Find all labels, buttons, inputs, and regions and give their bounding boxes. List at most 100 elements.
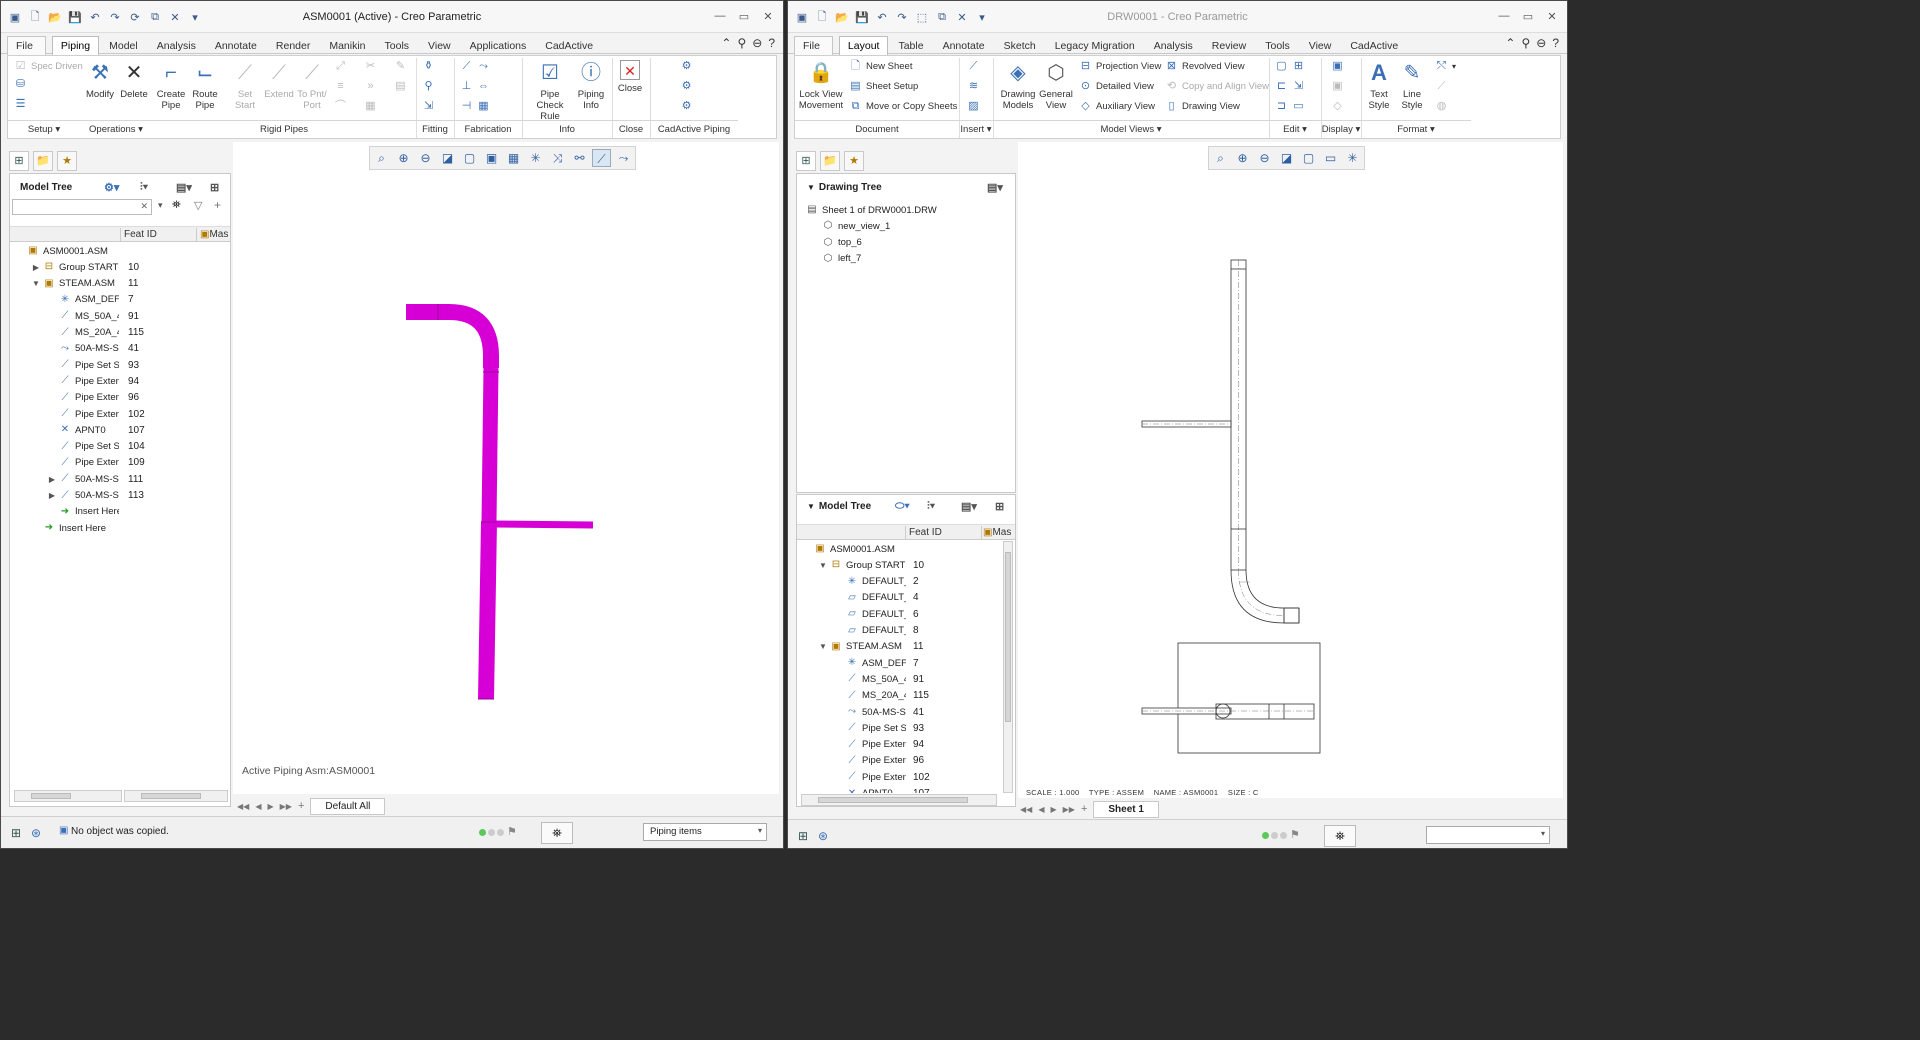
close-icon[interactable]: ✕ (1545, 9, 1559, 23)
tree-row[interactable]: ⟋ Pipe Extend ic 96 (10, 390, 140, 406)
fabrication-icon[interactable]: ⟋ (460, 60, 473, 73)
pipe-check-rule-button[interactable]: ☑ Pipe Check Rule (526, 60, 574, 122)
expand-toggle-icon[interactable]: ▶ (46, 475, 58, 484)
edit-move-icon[interactable]: ⇲ (1292, 80, 1305, 93)
col-feat-id[interactable]: Feat ID (124, 229, 157, 240)
add-sheet-icon[interactable]: + (298, 800, 304, 812)
find-icon[interactable]: ⛯ (541, 822, 573, 844)
edit-align-icon[interactable]: ⊏ (1275, 80, 1288, 93)
expand-toggle-icon[interactable]: ▼ (30, 279, 42, 288)
collapse-drawing-tree-icon[interactable]: ▼ (807, 183, 815, 192)
edit-frame-icon[interactable]: ⊐ (1275, 100, 1288, 113)
tab-model[interactable]: Model (100, 36, 147, 56)
fab-cut-icon[interactable]: ⊥ (460, 80, 473, 93)
tree-row[interactable]: ▱ DEFAULT_X 4 (797, 590, 918, 606)
folder-browser-tab-icon[interactable]: 📁 (820, 151, 840, 171)
windows-icon[interactable]: ⧉ (934, 9, 950, 25)
windows-icon[interactable]: ⧉ (147, 9, 163, 25)
col-feat-id[interactable]: Feat ID (909, 527, 942, 538)
fitting-move-icon[interactable]: ⇲ (422, 100, 435, 113)
lock-view-movement-button[interactable]: 🔒 Lock View Movement (797, 60, 845, 111)
community-icon[interactable]: ⊖ (752, 36, 762, 50)
drawing-tree-item[interactable]: ⬡ new_view_1 (797, 218, 891, 234)
format-color-icon[interactable]: ◍ (1435, 100, 1448, 113)
tree-show-icon[interactable]: ▤▾ (961, 500, 977, 513)
col-mas[interactable]: ▣Mas (983, 527, 1011, 538)
open-icon[interactable]: 📂 (834, 9, 850, 25)
group-edit[interactable]: Edit ▾ (1269, 120, 1321, 139)
route-fitting-icon[interactable]: ⚲ (422, 80, 435, 93)
tab-analysis[interactable]: Analysis (148, 36, 205, 56)
tree-hscroll-right[interactable] (124, 790, 228, 802)
collapse-ribbon-icon[interactable]: ⌃ (1505, 36, 1515, 50)
maximize-icon[interactable]: ▭ (737, 9, 751, 23)
tab-file[interactable]: File (794, 36, 833, 56)
collapse-ribbon-icon[interactable]: ⌃ (721, 36, 731, 50)
tree-row[interactable]: ▱ DEFAULT_Y 6 (797, 606, 918, 622)
edit-grid-icon[interactable]: ⊞ (1292, 60, 1305, 73)
fab-bend-icon[interactable]: ⤳ (477, 60, 490, 73)
tree-row[interactable]: ▣ ASM0001.ASM (797, 541, 906, 557)
tree-row[interactable]: ⟋ Pipe Set Start 104 (10, 439, 145, 455)
first-sheet-icon[interactable]: ◀◀ (1020, 805, 1032, 814)
tree-row[interactable]: ▼ ▣ STEAM.ASM 11 (797, 639, 923, 655)
insert-image-icon[interactable]: ▨ (967, 100, 980, 113)
tab-sheet-1[interactable]: Sheet 1 (1093, 800, 1159, 818)
maximize-icon[interactable]: ▭ (1521, 9, 1535, 23)
tree-row[interactable]: ▶⊟ Group STARTING_ 10 (10, 259, 139, 275)
help-icon[interactable]: ? (768, 36, 775, 50)
tree-row[interactable]: ⟋ MS_50A_40 91 (797, 671, 925, 687)
last-sheet-icon[interactable]: ▶▶ (1063, 805, 1075, 814)
undo-icon[interactable]: ↶ (874, 9, 890, 25)
format-leader-dropdown-icon[interactable]: ▾ (1452, 62, 1456, 71)
prev-sheet-icon[interactable]: ◀ (255, 802, 261, 811)
tab-tools[interactable]: Tools (1256, 36, 1299, 56)
chevron-icon[interactable]: » (364, 80, 377, 93)
group-model-views[interactable]: Model Views ▾ (993, 120, 1269, 139)
tree-row[interactable]: ⟋ Pipe Extend ic 102 (10, 406, 145, 422)
tree-settings-icon[interactable]: ⬭▾ (895, 500, 910, 513)
drawing-tree-item[interactable]: ⬡ top_6 (797, 235, 862, 251)
tab-view[interactable]: View (1300, 36, 1341, 56)
tree-row[interactable]: ⟋ MS_20A_40 115 (797, 688, 929, 704)
cadactive-gear3-icon[interactable]: ⚙ (680, 100, 693, 113)
format-hatch-icon[interactable]: ⟋ (1435, 80, 1448, 93)
tree-hscroll[interactable] (801, 794, 997, 806)
tree-row[interactable]: ▶⟋ 50A-MS-STE/111 (10, 471, 143, 487)
redo-icon[interactable]: ↷ (107, 9, 123, 25)
minimize-icon[interactable]: — (713, 9, 727, 23)
prev-sheet-icon[interactable]: ◀ (1038, 805, 1044, 814)
fab-flange-icon[interactable]: ⊣ (460, 100, 473, 113)
sheet-setup-button[interactable]: ▤ Sheet Setup (849, 80, 918, 93)
tab-cadactive[interactable]: CadActive (1341, 36, 1407, 56)
tab-tools[interactable]: Tools (376, 36, 419, 56)
general-view-button[interactable]: ⬡ General View (1039, 60, 1073, 111)
cadactive-gear1-icon[interactable]: ⚙ (680, 60, 693, 73)
tree-row[interactable]: ⟋ Pipe Extend ic 102 (797, 769, 930, 785)
parallel-icon[interactable]: ≡ (334, 80, 347, 93)
select-box-icon[interactable]: ⬚ (914, 9, 930, 25)
drawing-models-button[interactable]: ◈ Drawing Models (999, 60, 1037, 111)
model-tree-tab-icon[interactable]: ⊞ (796, 151, 816, 171)
col-mas[interactable]: ▣Mas (200, 229, 228, 240)
tab-piping[interactable]: Piping (51, 36, 100, 56)
tree-row[interactable]: ▼⊟ Group STARTING_ 10 (797, 557, 924, 573)
tree-row[interactable]: ✕ APNT0 107 (10, 422, 145, 438)
piping-info-button[interactable]: ⓘ Piping Info (574, 60, 608, 111)
graphics-window[interactable]: ⌕ ⊕ ⊖ ◪ ▢ ▣ ▦ ✳ ⤨ ⚯ ⟋ ⤳ Active Piping As… (233, 142, 779, 794)
pen-icon[interactable]: ✎ (394, 60, 407, 73)
copy-align-view-button[interactable]: ⟲ Copy and Align View (1165, 80, 1269, 93)
close-window-icon[interactable]: ✕ (954, 9, 970, 25)
edit-paste-icon[interactable]: ▭ (1292, 100, 1305, 113)
redo-icon[interactable]: ↷ (894, 9, 910, 25)
tree-row[interactable]: ⟋ Pipe Extend ic 96 (797, 753, 925, 769)
new-icon[interactable]: 🗋 (27, 9, 43, 25)
close-piping-button[interactable]: ✕ Close (614, 60, 646, 94)
jog-icon[interactable]: ⌒ (334, 100, 347, 113)
tab-review[interactable]: Review (1203, 36, 1255, 56)
undo-icon[interactable]: ↶ (87, 9, 103, 25)
new-sheet-button[interactable]: 🗋 New Sheet (849, 60, 912, 73)
tree-columns-icon[interactable]: ⊞ (210, 181, 219, 194)
tab-applications[interactable]: Applications (461, 36, 536, 56)
grid-icon[interactable]: ▦ (364, 100, 377, 113)
